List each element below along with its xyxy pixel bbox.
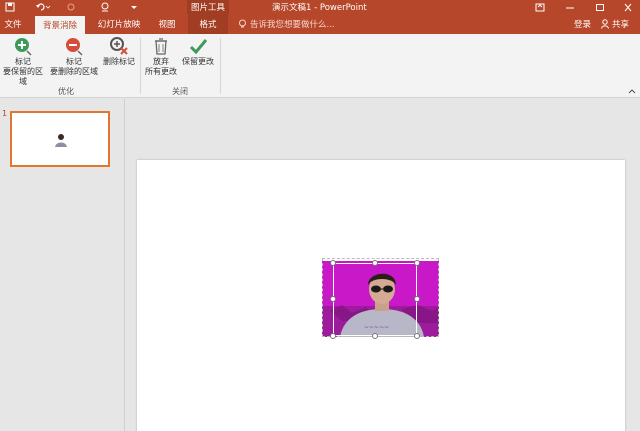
tab-file[interactable]: 文件 xyxy=(0,14,26,34)
group-separator xyxy=(220,38,221,94)
resize-handle-top-left[interactable] xyxy=(330,260,336,266)
close-icon[interactable] xyxy=(616,0,640,14)
slide-thumbnail[interactable] xyxy=(10,111,110,167)
minimize-icon[interactable] xyxy=(558,0,582,14)
tab-background-removal[interactable]: 背景消除 xyxy=(35,16,85,34)
discard-label-2: 所有更改 xyxy=(145,67,177,76)
mark-remove-label-1: 标记 xyxy=(66,57,82,66)
keep-changes-label: 保留更改 xyxy=(182,57,214,66)
discard-all-changes-button[interactable]: 放弃 所有更改 xyxy=(142,36,180,77)
discard-label-1: 放弃 xyxy=(153,57,169,66)
mark-remove-label-2: 要删除的区域 xyxy=(50,67,98,76)
picture-tools-context-label: 图片工具 xyxy=(187,0,229,14)
resize-handle-top[interactable] xyxy=(372,260,378,266)
present-icon[interactable] xyxy=(96,0,114,14)
mark-keep-icon xyxy=(15,38,32,56)
mark-areas-to-remove-button[interactable]: 标记 要删除的区域 xyxy=(48,36,100,77)
slide-number: 1 xyxy=(2,109,8,118)
keep-area-marquee[interactable] xyxy=(333,263,417,336)
maximize-icon[interactable] xyxy=(588,0,612,14)
redo-icon[interactable] xyxy=(64,0,78,14)
group-separator xyxy=(140,38,141,94)
keep-changes-button[interactable]: 保留更改 xyxy=(179,36,217,67)
lightbulb-icon xyxy=(239,19,246,28)
undo-icon[interactable] xyxy=(32,0,54,14)
collapse-ribbon-icon[interactable] xyxy=(628,88,636,96)
resize-handle-bottom-right[interactable] xyxy=(414,333,420,339)
title-bar: 图片工具 演示文稿1 - PowerPoint xyxy=(0,0,640,14)
trash-icon xyxy=(155,38,167,55)
ribbon-display-options-icon[interactable] xyxy=(528,0,552,14)
tab-format[interactable]: 格式 xyxy=(188,14,228,34)
tell-me-placeholder: 告诉我您想要做什么... xyxy=(250,20,335,30)
share-button[interactable]: 共享 xyxy=(601,14,629,34)
resize-handle-top-right[interactable] xyxy=(414,260,420,266)
sign-in-link[interactable]: 登录 xyxy=(574,14,591,34)
refine-group-label: 优化 xyxy=(58,87,74,96)
document-title: 演示文稿1 - PowerPoint xyxy=(272,3,367,13)
close-group-label: 关闭 xyxy=(172,87,188,96)
mark-areas-to-keep-button[interactable]: 标记 要保留的区域 xyxy=(0,36,46,87)
ribbon-tab-bar: 文件 背景消除 幻灯片放映 视图 格式 告诉我您想要做什么... 登录 共享 xyxy=(0,14,640,34)
delete-mark-label: 删除标记 xyxy=(103,57,135,66)
ribbon: 标记 要保留的区域 标记 要删除的区域 删除标记 优化 放弃 所有更改 保留更改… xyxy=(0,34,640,98)
tab-view[interactable]: 视图 xyxy=(152,14,182,34)
mark-remove-icon xyxy=(66,38,83,56)
slide-thumbnail-pane: 1 xyxy=(0,99,125,431)
tell-me-search[interactable]: 告诉我您想要做什么... xyxy=(238,14,335,34)
resize-handle-left[interactable] xyxy=(330,296,336,302)
mark-keep-label-1: 标记 xyxy=(15,57,31,66)
resize-handle-right[interactable] xyxy=(414,296,420,302)
thumbnail-picture xyxy=(55,134,67,147)
checkmark-icon xyxy=(189,39,208,55)
tab-slideshow[interactable]: 幻灯片放映 xyxy=(92,14,146,34)
delete-mark-icon xyxy=(110,37,128,55)
resize-handle-bottom[interactable] xyxy=(372,333,378,339)
save-icon[interactable] xyxy=(2,0,18,14)
mark-keep-label-2: 要保留的区域 xyxy=(3,67,43,86)
resize-handle-bottom-left[interactable] xyxy=(330,333,336,339)
share-label: 共享 xyxy=(612,20,630,30)
delete-mark-button[interactable]: 删除标记 xyxy=(100,36,138,67)
user-icon xyxy=(601,19,609,29)
customize-qat-icon[interactable] xyxy=(128,0,140,14)
